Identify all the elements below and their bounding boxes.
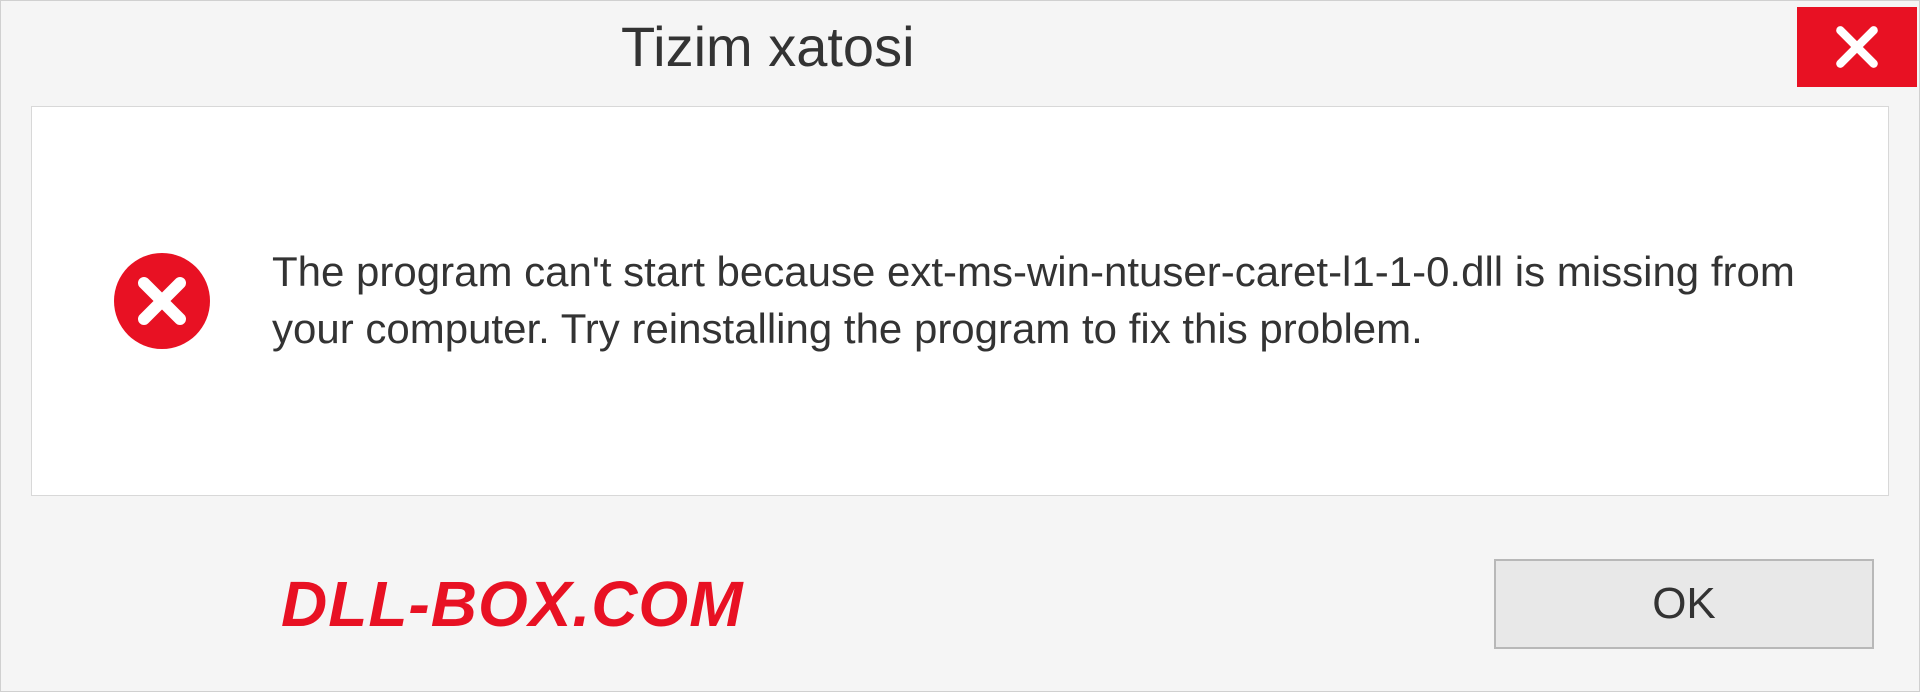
ok-button[interactable]: OK [1494,559,1874,649]
error-dialog: Tizim xatosi The program can't start bec… [0,0,1920,692]
error-message: The program can't start because ext-ms-w… [272,244,1808,357]
titlebar: Tizim xatosi [1,1,1919,91]
dialog-title: Tizim xatosi [621,14,915,79]
error-icon [112,251,212,351]
close-icon [1832,22,1882,72]
close-button[interactable] [1797,7,1917,87]
footer: DLL-BOX.COM OK [1,516,1919,691]
content-panel: The program can't start because ext-ms-w… [31,106,1889,496]
watermark-text: DLL-BOX.COM [281,567,744,641]
